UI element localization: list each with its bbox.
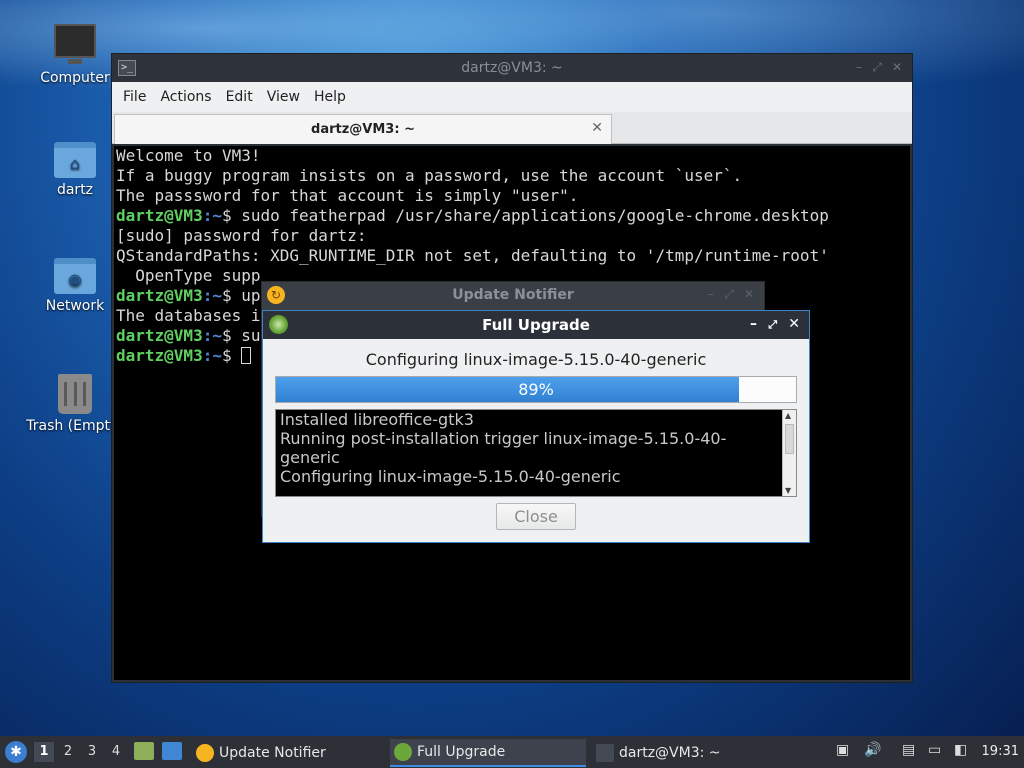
desktop-icon-network[interactable]: ◉ Network <box>25 258 125 314</box>
log-line: Running post-installation trigger linux-… <box>280 429 727 448</box>
terminal-line: If a buggy program insists on a password… <box>116 166 743 185</box>
terminal-line: The passsword for that account is simply… <box>116 186 579 205</box>
close-button[interactable]: Close <box>496 503 576 530</box>
terminal-command: up <box>231 286 261 305</box>
prompt-user: dartz@VM3 <box>116 206 203 225</box>
close-icon[interactable]: ✕ <box>892 60 902 74</box>
update-notifier-title: Update Notifier <box>452 287 574 303</box>
log-line: Configuring linux-image-5.15.0-40-generi… <box>280 467 621 486</box>
terminal-tab[interactable]: dartz@VM3: ~ ✕ <box>114 114 612 144</box>
task-update-notifier[interactable]: Update Notifier <box>192 739 382 767</box>
terminal-menubar: File Actions Edit View Help <box>112 82 912 112</box>
file-manager-launcher-icon[interactable] <box>134 742 154 760</box>
desktop-icon-computer[interactable]: Computer <box>25 24 125 86</box>
prompt-path: :~ <box>202 286 222 305</box>
log-scrollbar[interactable]: ▲ ▼ <box>782 410 796 496</box>
workspace-3[interactable]: 3 <box>82 744 102 759</box>
prompt-symbol: $ <box>221 206 232 225</box>
full-upgrade-dialog[interactable]: Full Upgrade – ⤢ ✕ Configuring linux-ima… <box>262 310 810 543</box>
network-icon[interactable]: ▭ <box>928 742 941 758</box>
task-label: Full Upgrade <box>417 744 506 760</box>
full-upgrade-title: Full Upgrade <box>482 316 590 334</box>
volume-icon[interactable]: 🔊 <box>864 742 881 758</box>
upgrade-status-text: Configuring linux-image-5.15.0-40-generi… <box>365 350 707 369</box>
close-icon[interactable]: ✕ <box>744 287 754 301</box>
full-upgrade-titlebar[interactable]: Full Upgrade – ⤢ ✕ <box>263 311 809 339</box>
tray-updates-icon[interactable]: ▣ <box>836 742 849 758</box>
computer-icon <box>54 24 96 64</box>
menu-file[interactable]: File <box>116 89 153 105</box>
terminal-icon: >_ <box>118 60 136 76</box>
task-label: Update Notifier <box>219 745 326 761</box>
upgrade-log[interactable]: Installed libreoffice-gtk3 Running post-… <box>275 409 797 497</box>
task-full-upgrade[interactable]: Full Upgrade <box>390 739 586 767</box>
prompt-user: dartz@VM3 <box>116 346 203 365</box>
prompt-symbol: $ <box>221 286 232 305</box>
update-notifier-icon: ↻ <box>267 286 285 304</box>
terminal-window-title: dartz@VM3: ~ <box>461 60 563 76</box>
prompt-user: dartz@VM3 <box>116 286 203 305</box>
prompt-user: dartz@VM3 <box>116 326 203 345</box>
prompt-symbol: $ <box>221 326 232 345</box>
start-menu-icon[interactable]: ✱ <box>5 741 27 763</box>
clock[interactable]: 19:31 <box>982 744 1019 759</box>
terminal-icon <box>596 744 614 762</box>
prompt-path: :~ <box>202 206 222 225</box>
log-line: generic <box>280 448 340 467</box>
desktop-icon-label: Computer <box>40 70 110 86</box>
maximize-icon[interactable]: ⤢ <box>768 318 777 332</box>
minimize-icon[interactable]: – <box>708 287 714 301</box>
progress-label: 89% <box>518 380 554 399</box>
terminal-command <box>232 346 242 365</box>
update-notifier-titlebar[interactable]: ↻ Update Notifier – ⤢ ✕ <box>262 282 764 308</box>
workspace-2[interactable]: 2 <box>58 744 78 759</box>
prompt-path: :~ <box>202 326 222 345</box>
maximize-icon[interactable]: ⤢ <box>872 60 882 75</box>
scroll-down-icon[interactable]: ▼ <box>785 486 791 495</box>
desktop-icon-label: dartz <box>56 182 94 198</box>
menu-help[interactable]: Help <box>307 89 353 105</box>
gear-icon <box>269 315 288 334</box>
desktop-icon-label: Network <box>45 298 105 314</box>
upgrade-progress-bar: 89% <box>275 376 797 403</box>
workspace-1[interactable]: 1 <box>34 742 54 762</box>
taskbar: ✱ 1 2 3 4 Update Notifier Full Upgrade d… <box>0 736 1024 768</box>
terminal-titlebar[interactable]: >_ dartz@VM3: ~ – ⤢ ✕ <box>112 54 912 82</box>
close-icon[interactable]: ✕ <box>788 316 800 332</box>
menu-actions[interactable]: Actions <box>153 89 218 105</box>
trash-icon <box>58 374 92 414</box>
terminal-tab-label: dartz@VM3: ~ <box>311 122 415 137</box>
prompt-symbol: $ <box>221 346 232 365</box>
menu-edit[interactable]: Edit <box>219 89 260 105</box>
terminal-cursor <box>241 347 252 364</box>
upgrade-log-text: Installed libreoffice-gtk3 Running post-… <box>280 410 776 486</box>
minimize-icon[interactable]: – <box>856 60 862 74</box>
terminal-line: QStandardPaths: XDG_RUNTIME_DIR not set,… <box>116 246 829 265</box>
terminal-prompt-line: dartz@VM3:~$ sudo featherpad /usr/share/… <box>116 206 908 226</box>
gear-icon <box>394 743 412 761</box>
terminal-line: Welcome to VM3! <box>116 146 261 165</box>
tab-close-icon[interactable]: ✕ <box>591 120 603 136</box>
minimize-icon[interactable]: – <box>750 316 757 332</box>
terminal-line: [sudo] password for dartz: <box>116 226 367 245</box>
clipboard-icon[interactable]: ▤ <box>902 742 915 758</box>
workspace-4[interactable]: 4 <box>106 744 126 759</box>
desktop-icon-home[interactable]: ⌂ dartz <box>25 142 125 198</box>
terminal-command: su <box>231 326 261 345</box>
scroll-thumb[interactable] <box>785 424 794 454</box>
prompt-path: :~ <box>202 346 222 365</box>
home-folder-icon: ⌂ <box>54 142 96 178</box>
update-notifier-icon <box>196 744 214 762</box>
task-terminal[interactable]: dartz@VM3: ~ <box>592 739 788 767</box>
show-desktop-icon[interactable] <box>162 742 182 760</box>
maximize-icon[interactable]: ⤢ <box>724 287 734 302</box>
menu-view[interactable]: View <box>260 89 307 105</box>
scroll-up-icon[interactable]: ▲ <box>785 411 791 420</box>
notification-icon[interactable]: ◧ <box>954 742 967 758</box>
task-label: dartz@VM3: ~ <box>619 745 721 761</box>
terminal-command: sudo featherpad /usr/share/applications/… <box>231 206 829 225</box>
network-folder-icon: ◉ <box>54 258 96 294</box>
terminal-tabbar: dartz@VM3: ~ ✕ <box>112 112 912 144</box>
log-line: Installed libreoffice-gtk3 <box>280 410 474 429</box>
